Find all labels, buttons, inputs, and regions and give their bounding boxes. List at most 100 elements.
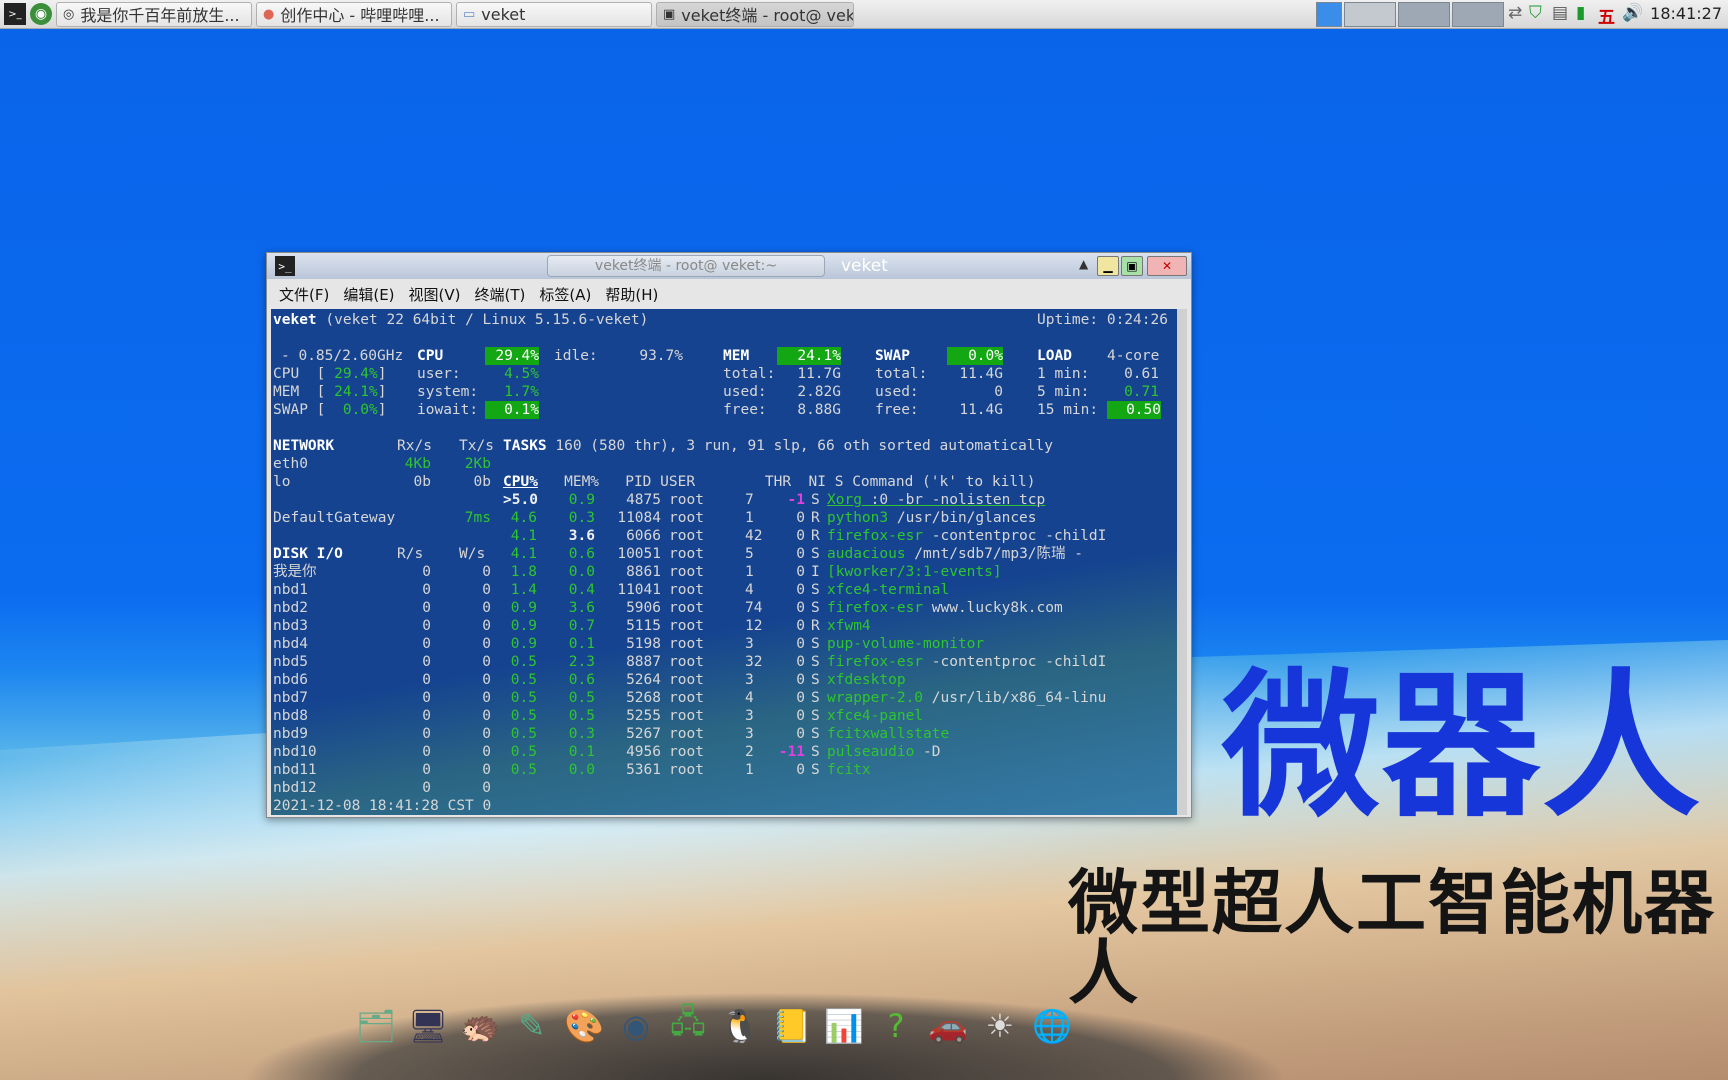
- proc-state: S: [811, 546, 820, 562]
- workspace-2[interactable]: [1344, 2, 1396, 27]
- chart-icon[interactable]: 📊: [818, 1000, 870, 1052]
- proc-user: root: [669, 582, 704, 598]
- workspace-1[interactable]: [1316, 2, 1342, 27]
- disk-read: 0: [422, 582, 431, 598]
- proc-ni: 0: [796, 618, 805, 634]
- proc-cpu: 0.5: [510, 744, 537, 760]
- proc-user: root: [669, 528, 704, 544]
- terminal-app-icon[interactable]: >_: [275, 256, 295, 276]
- proc-cpu: 0.5: [510, 672, 537, 688]
- network-transfer-icon[interactable]: ⇄: [1508, 3, 1522, 23]
- proc-state: S: [811, 654, 820, 670]
- disk-write: 0: [482, 780, 491, 796]
- network-icon[interactable]: 🖧: [662, 1000, 714, 1052]
- proc-cmd: fcitx: [827, 762, 871, 778]
- terminal-icon: ▣: [663, 6, 676, 22]
- proc-pid: 10051: [617, 546, 661, 562]
- terminal-scrollbar[interactable]: [1177, 309, 1187, 815]
- notebook-icon[interactable]: 📒: [766, 1000, 818, 1052]
- proc-cpu: 0.5: [510, 762, 537, 778]
- proc-state: R: [811, 618, 820, 634]
- proc-cpu: 4.6: [510, 510, 537, 526]
- home-folder-icon[interactable]: 🗂: [350, 1000, 402, 1052]
- disk-read: 0: [422, 618, 431, 634]
- proc-user: root: [669, 492, 704, 508]
- terminal-output[interactable]: veket (veket 22 64bit / Linux 5.15.6-vek…: [271, 309, 1177, 815]
- proc-user: root: [669, 636, 704, 652]
- shield-icon[interactable]: ⛉: [1529, 3, 1542, 23]
- close-button[interactable]: ✕: [1147, 256, 1187, 276]
- gateway-name: DefaultGateway: [273, 510, 396, 526]
- penguin-icon[interactable]: 🐧: [714, 1000, 766, 1052]
- proc-cpu: >5.0: [503, 492, 538, 508]
- proc-args: /mnt/sdb7/mp3/陈瑞 -: [905, 546, 1083, 562]
- clock[interactable]: 18:41:27: [1650, 4, 1722, 23]
- clipboard-icon[interactable]: ▤: [1552, 3, 1568, 23]
- globe-launcher-icon[interactable]: ◉: [30, 3, 52, 25]
- database-icon[interactable]: ▮: [1576, 3, 1585, 23]
- host-name: veket: [273, 312, 317, 328]
- menu-help[interactable]: 帮助(H): [605, 284, 658, 305]
- workspace-3[interactable]: [1398, 2, 1450, 27]
- sort-cpu-header[interactable]: CPU%: [503, 474, 538, 490]
- proc-pid: 5268: [626, 690, 661, 706]
- proc-ni: 0: [796, 528, 805, 544]
- car-icon[interactable]: 🚗: [922, 1000, 974, 1052]
- monitor-icon[interactable]: 🖥: [402, 1000, 454, 1052]
- disk-write: 0: [482, 636, 491, 652]
- drawing-icon[interactable]: ✎: [506, 1000, 558, 1052]
- shade-arrow-icon[interactable]: ▲: [1079, 257, 1088, 271]
- proc-cpu: 1.8: [510, 564, 537, 580]
- proc-ni: -11: [778, 744, 805, 760]
- disk-name: nbd7: [273, 690, 308, 706]
- volume-icon[interactable]: 🔊: [1622, 3, 1643, 23]
- disk-name: nbd5: [273, 654, 308, 670]
- disk-read: 0: [422, 708, 431, 724]
- disk-name: nbd1: [273, 582, 308, 598]
- task-file-manager[interactable]: ▭ veket: [456, 1, 652, 27]
- settings-sun-icon[interactable]: ☀: [974, 1000, 1026, 1052]
- task-terminal[interactable]: ▣ veket终端 - root@ vek…: [656, 1, 854, 27]
- proc-pid: 11041: [617, 582, 661, 598]
- uptime: Uptime: 0:24:26: [1037, 312, 1168, 328]
- task-browser-1[interactable]: ◎ 我是你千百年前放生...: [56, 1, 252, 27]
- disk-write: 0: [482, 618, 491, 634]
- hedgehog-icon[interactable]: 🦔: [454, 1000, 506, 1052]
- proc-ni: 0: [796, 636, 805, 652]
- proc-cpu: 4.1: [510, 546, 537, 562]
- window-titlebar[interactable]: >_ veket终端 - root@ veket:~ veket ▲ ▁ ▣ ✕: [267, 253, 1191, 279]
- window-tab[interactable]: veket终端 - root@ veket:~: [547, 255, 825, 277]
- disk-name: nbd11: [273, 762, 317, 778]
- proc-user: root: [669, 618, 704, 634]
- proc-ni: -1: [787, 492, 805, 508]
- help-icon[interactable]: ?: [870, 1000, 922, 1052]
- disk-write: 0: [482, 744, 491, 760]
- paint-palette-icon[interactable]: 🎨: [558, 1000, 610, 1052]
- proc-pid: 5361: [626, 762, 661, 778]
- cpu-total: 29.4%: [485, 347, 539, 365]
- media-player-icon[interactable]: ◉: [610, 1000, 662, 1052]
- menu-edit[interactable]: 编辑(E): [343, 284, 394, 305]
- maximize-button[interactable]: ▣: [1121, 256, 1143, 276]
- proc-ni: 0: [796, 726, 805, 742]
- input-method-icon[interactable]: 五: [1598, 3, 1615, 28]
- workspace-4[interactable]: [1452, 2, 1504, 27]
- menu-tabs[interactable]: 标签(A): [539, 284, 591, 305]
- globe-icon[interactable]: 🌐: [1026, 1000, 1078, 1052]
- menu-view[interactable]: 视图(V): [409, 284, 461, 305]
- proc-mem: 0.1: [568, 744, 595, 760]
- menu-terminal[interactable]: 终端(T): [475, 284, 526, 305]
- disk-write: 0: [482, 762, 491, 778]
- system-info: (veket 22 64bit / Linux 5.15.6-veket): [325, 312, 649, 328]
- proc-ni: 0: [796, 672, 805, 688]
- terminal-launcher-icon[interactable]: >_: [4, 3, 26, 25]
- menu-file[interactable]: 文件(F): [279, 284, 329, 305]
- load-cores: 4-core: [1107, 348, 1160, 364]
- cpu-frequency: - 0.85/2.60GHz: [281, 348, 404, 364]
- proc-user: root: [669, 654, 704, 670]
- proc-ni: 0: [796, 582, 805, 598]
- proc-pid: 6066: [626, 528, 661, 544]
- proc-pid: 4956: [626, 744, 661, 760]
- minimize-button[interactable]: ▁: [1097, 256, 1119, 276]
- task-browser-2[interactable]: ● 创作中心 - 哔哩哔哩...: [256, 1, 452, 27]
